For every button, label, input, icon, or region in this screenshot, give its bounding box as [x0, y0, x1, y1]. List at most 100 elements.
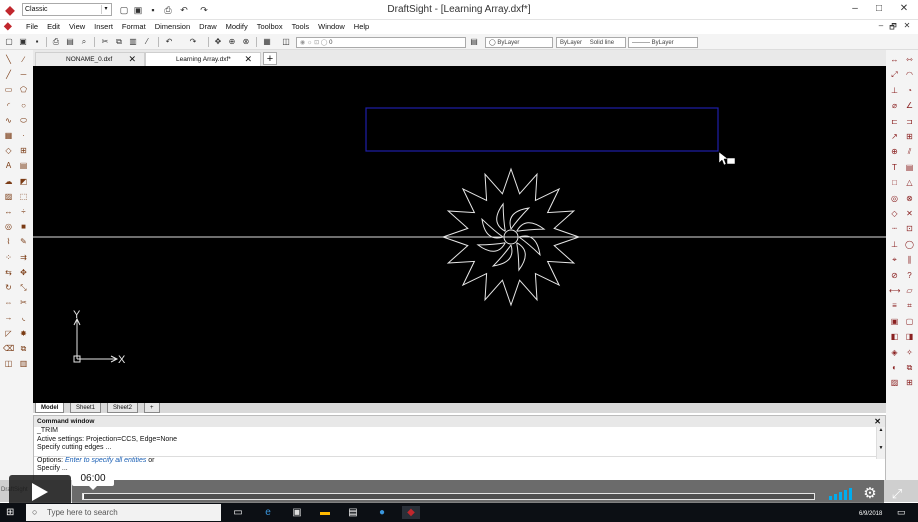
tab-learning-array[interactable]: Learning Array.dxf* ✕	[145, 52, 261, 66]
boundary-icon[interactable]: ⬚	[18, 191, 29, 202]
child-restore-button[interactable]: 🗗	[886, 21, 900, 35]
area-icon[interactable]: ▱	[904, 285, 915, 296]
chamfer-icon[interactable]: ◸	[3, 328, 14, 339]
print-preview-icon[interactable]: ▤	[64, 36, 76, 48]
folder-icon[interactable]: ▬	[318, 506, 332, 519]
table-icon[interactable]: ▤	[18, 160, 29, 171]
layer-manager-icon[interactable]: ◫	[280, 36, 292, 48]
view-right-icon[interactable]: ◨	[904, 331, 915, 342]
osnap-mid-icon[interactable]: △	[904, 177, 915, 188]
trace-icon[interactable]: ⌇	[3, 236, 14, 247]
menu-item-tools[interactable]: Tools	[292, 22, 310, 31]
move-icon[interactable]: ✥	[18, 267, 29, 278]
swirl-petal[interactable]	[516, 242, 526, 272]
revision-cloud-icon[interactable]: ☁	[3, 176, 14, 187]
print-icon[interactable]: ⎙	[162, 4, 174, 16]
baseline-dim-icon[interactable]: ⊏	[889, 116, 900, 127]
zoom-preview-icon[interactable]: ⌕	[78, 36, 90, 48]
menu-item-insert[interactable]: Insert	[94, 22, 113, 31]
xref-icon[interactable]: ⧉	[904, 362, 915, 373]
inquiry-icon[interactable]: ?	[904, 270, 915, 281]
list-icon[interactable]: ≡	[889, 300, 900, 311]
close-icon[interactable]: ✕	[128, 53, 136, 66]
file-explorer-icon[interactable]: ▣	[290, 506, 304, 519]
block-icon[interactable]: ◇	[3, 145, 14, 156]
undo-icon[interactable]: ↶	[178, 4, 190, 16]
infinite-line-icon[interactable]: ─	[18, 69, 29, 80]
angular-dim-icon[interactable]: ∠	[904, 100, 915, 111]
swirl-petal[interactable]	[496, 202, 506, 232]
osnap-near-icon[interactable]: ⌖	[889, 254, 900, 265]
snap-none-icon[interactable]: ⊘	[889, 270, 900, 281]
ray-icon[interactable]: ╱	[3, 69, 14, 80]
tab-noname[interactable]: NONAME_0.dxf ✕	[35, 52, 145, 66]
notification-icon[interactable]: ▭	[897, 507, 906, 518]
store-icon[interactable]: ▤	[346, 506, 360, 519]
volume-icon[interactable]	[829, 488, 853, 500]
aligned-dim-icon[interactable]: ⤢	[889, 69, 900, 80]
cut-icon[interactable]: ✂	[99, 36, 111, 48]
osnap-int-icon[interactable]: ✕	[904, 208, 915, 219]
circle-icon[interactable]: ○	[18, 100, 29, 111]
video-progress-track[interactable]	[82, 493, 815, 500]
trim-icon[interactable]: ✂	[18, 297, 29, 308]
osnap-tan-icon[interactable]: ◯	[904, 239, 915, 250]
polyline-icon[interactable]: ∕	[18, 54, 29, 65]
shade-icon[interactable]: ◐	[889, 362, 900, 373]
menu-item-file[interactable]: File	[26, 22, 38, 31]
osnap-node-icon[interactable]: ⊗	[904, 193, 915, 204]
maximize-button[interactable]: □	[868, 2, 890, 16]
dimension-icon[interactable]: ↔	[889, 54, 900, 65]
view-top-icon[interactable]: ▣	[889, 316, 900, 327]
command-prompt-input[interactable]: Specify ...	[34, 465, 885, 474]
menu-item-edit[interactable]: Edit	[47, 22, 60, 31]
dim-text-icon[interactable]: T	[889, 162, 900, 173]
linestyle-select[interactable]: ByLayer Solid line	[556, 37, 626, 48]
oblique-icon[interactable]: ⫽	[904, 146, 915, 157]
redo-icon[interactable]: ↷	[198, 4, 210, 16]
leader-icon[interactable]: ↗	[889, 131, 900, 142]
new-file-icon[interactable]: ▢	[118, 4, 130, 16]
wipeout-icon[interactable]: ▨	[3, 191, 14, 202]
line-icon[interactable]: ╲	[3, 54, 14, 65]
swirl-petal[interactable]	[491, 244, 513, 267]
osnap-perp-icon[interactable]: ⊥	[889, 239, 900, 250]
donut-icon[interactable]: ◎	[3, 221, 14, 232]
sketch-icon[interactable]: ✎	[18, 236, 29, 247]
array-icon[interactable]: ⁘	[3, 252, 14, 263]
settings-gear-icon[interactable]: ⚙	[862, 486, 878, 502]
osnap-ext-icon[interactable]: ┄	[889, 223, 900, 234]
workspace-select[interactable]: Classic ▾	[22, 3, 112, 16]
draftsight-logo-icon[interactable]: ◆	[3, 3, 17, 17]
text-icon[interactable]: A	[3, 160, 14, 171]
swirl-petal[interactable]	[516, 222, 546, 232]
continue-dim-icon[interactable]: ⊐	[904, 116, 915, 127]
image-icon[interactable]: ▨	[889, 377, 900, 388]
sheet-tab-sheet1[interactable]: Sheet1	[70, 403, 102, 413]
undo-icon[interactable]: ↶	[163, 36, 175, 48]
draftsight-taskbar-icon[interactable]: ◆	[402, 506, 420, 519]
zoom-dynamic-icon[interactable]: ⊗	[240, 36, 252, 48]
open-icon[interactable]: ▣	[17, 36, 29, 48]
menu-item-toolbox[interactable]: Toolbox	[257, 22, 283, 31]
pan-icon[interactable]: ✥	[212, 36, 224, 48]
sheet-tab-model[interactable]: Model	[35, 403, 65, 413]
drawing-svg[interactable]: Y X	[33, 66, 886, 403]
open-folder-icon[interactable]: ▣	[132, 4, 144, 16]
color-select[interactable]: ◯ ByLayer	[485, 37, 553, 48]
scale-icon[interactable]: ⤡	[18, 282, 29, 293]
center-mark-icon[interactable]: ⊕	[889, 146, 900, 157]
copy-icon[interactable]: ⧉	[18, 343, 29, 354]
ellipse-icon[interactable]: ⬭	[18, 115, 29, 126]
add-tab-button[interactable]: +	[263, 52, 277, 65]
point-icon[interactable]: ·	[18, 130, 29, 141]
offset-icon[interactable]: ⇉	[18, 252, 29, 263]
add-sheet-button[interactable]: +	[144, 403, 160, 413]
attach-icon[interactable]: ⊞	[904, 377, 915, 388]
arc-length-icon[interactable]: ◠	[904, 69, 915, 80]
save-icon[interactable]: ▪	[147, 4, 159, 16]
rotate-icon[interactable]: ↻	[3, 282, 14, 293]
browser-app-icon[interactable]: ●	[375, 506, 389, 519]
properties-icon[interactable]: ▥	[18, 358, 29, 369]
command-scrollbar[interactable]: ▲ ▼	[876, 427, 885, 459]
